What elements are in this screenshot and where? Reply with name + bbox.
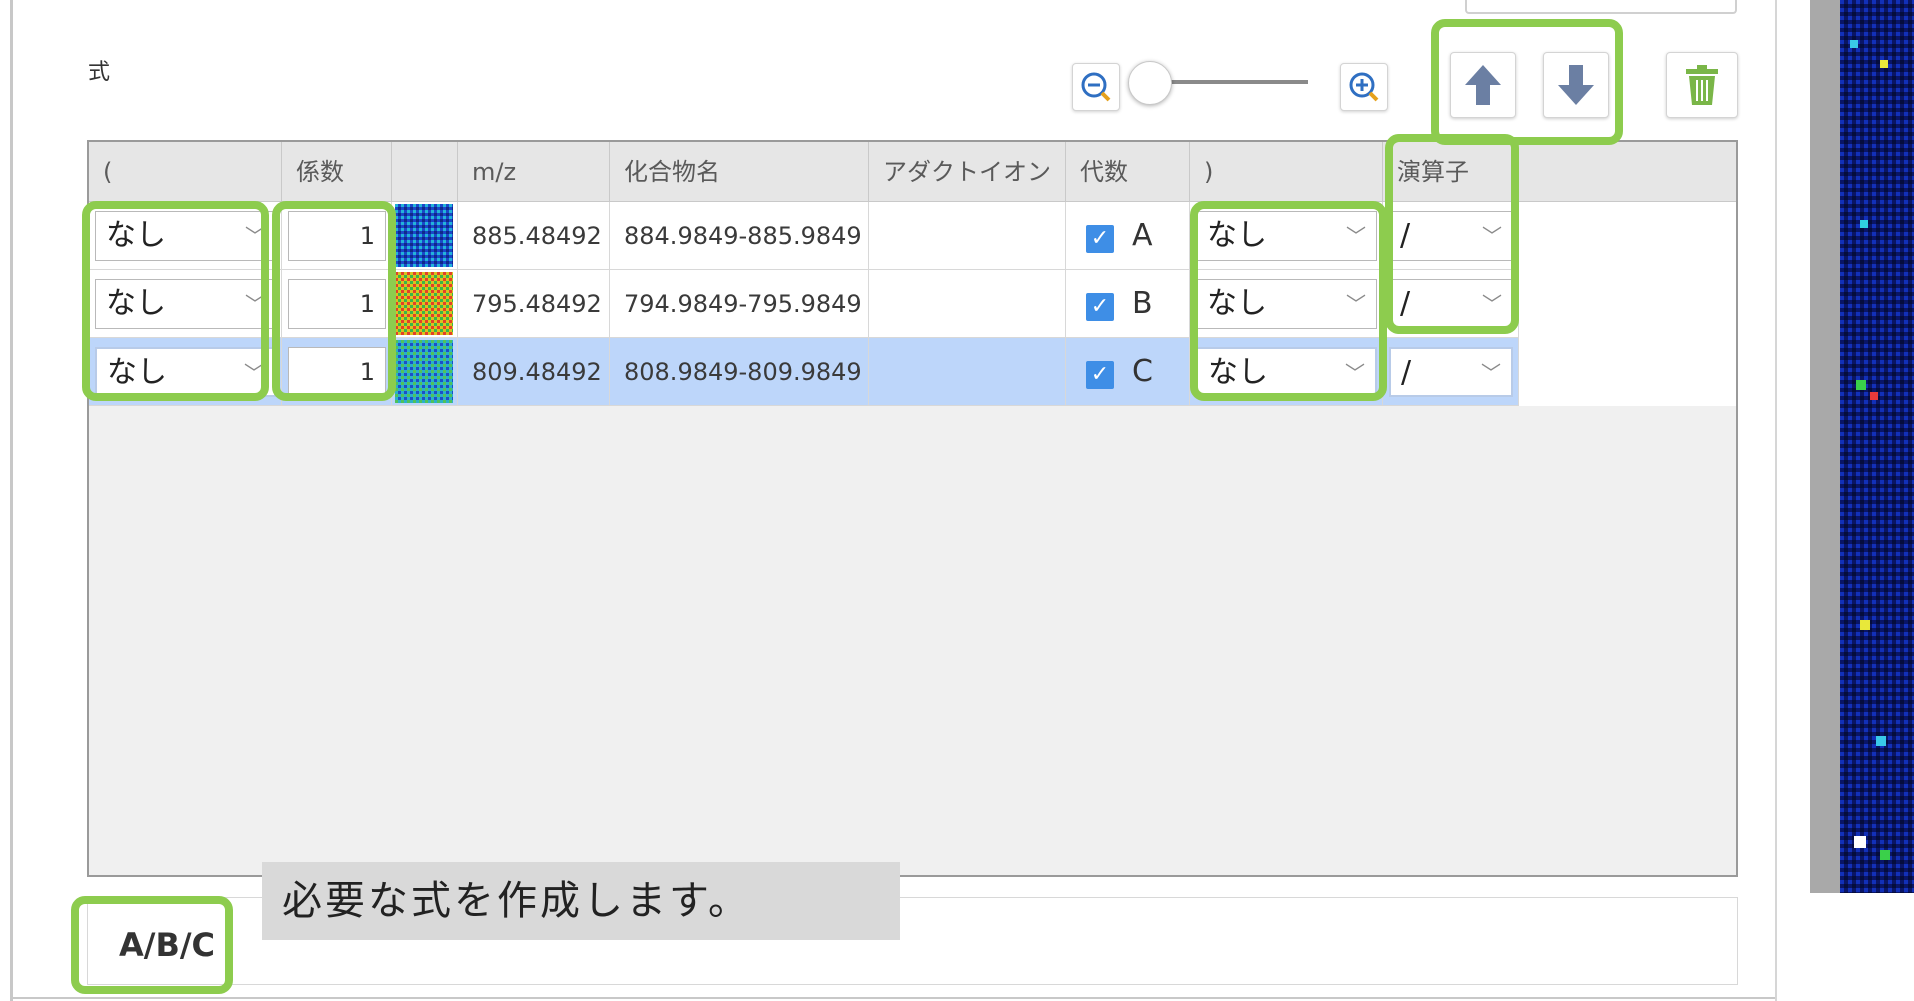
top-partial-control <box>1465 0 1737 14</box>
variable-label: B <box>1132 286 1153 321</box>
col-header-open-paren[interactable]: ( <box>89 142 282 202</box>
chevron-down-icon: ﹀ <box>1481 361 1501 385</box>
zoom-in-button[interactable] <box>1340 63 1388 111</box>
ion-image-thumbnail <box>395 272 453 335</box>
trash-icon <box>1686 65 1718 105</box>
ion-image-canvas <box>1840 0 1914 893</box>
variable-cell: ✓ A <box>1066 202 1190 270</box>
zoom-slider-thumb[interactable] <box>1128 61 1172 105</box>
zoom-out-button[interactable] <box>1072 63 1120 111</box>
mz-cell: 795.48492 <box>458 270 610 338</box>
callout-coef <box>272 201 396 401</box>
ion-image-preview <box>1840 0 1914 893</box>
callout-operator <box>1385 134 1519 334</box>
col-header-compound[interactable]: 化合物名 <box>610 142 869 202</box>
variable-label: A <box>1132 218 1153 253</box>
zoom-in-icon <box>1349 72 1379 102</box>
callout-formula <box>71 896 233 994</box>
callout-open-paren <box>82 201 269 401</box>
operator-value: / <box>1401 355 1412 390</box>
callout-move-buttons <box>1431 19 1623 145</box>
adduct-cell <box>869 270 1066 338</box>
col-header-variable[interactable]: 代数 <box>1066 142 1190 202</box>
variable-label: C <box>1132 354 1153 389</box>
panel-left-border <box>10 0 13 1001</box>
col-header-close-paren[interactable]: ) <box>1190 142 1383 202</box>
callout-close-paren <box>1190 201 1387 401</box>
compound-cell: 884.9849-885.9849 <box>610 202 869 270</box>
panel-bottom-border <box>10 997 1775 999</box>
image-cell <box>392 270 458 338</box>
image-panel-border <box>1810 0 1840 893</box>
col-header-adduct[interactable]: アダクトイオン <box>869 142 1066 202</box>
variable-checkbox[interactable]: ✓ <box>1086 293 1114 321</box>
panel-right-border <box>1775 0 1777 1001</box>
operator-select[interactable]: / ﹀ <box>1389 347 1513 397</box>
compound-cell: 808.9849-809.9849 <box>610 338 869 406</box>
mz-cell: 885.48492 <box>458 202 610 270</box>
section-label: 式 <box>88 60 111 85</box>
variable-checkbox[interactable]: ✓ <box>1086 225 1114 253</box>
operator-cell: / ﹀ <box>1383 338 1519 406</box>
col-header-image[interactable] <box>392 142 458 202</box>
zoom-out-icon <box>1081 72 1111 102</box>
mz-cell: 809.48492 <box>458 338 610 406</box>
image-cell <box>392 338 458 406</box>
compound-cell: 794.9849-795.9849 <box>610 270 869 338</box>
adduct-cell <box>869 202 1066 270</box>
image-cell <box>392 202 458 270</box>
variable-cell: ✓ B <box>1066 270 1190 338</box>
ion-image-thumbnail <box>395 340 453 403</box>
instruction-tooltip: 必要な式を作成します。 <box>262 862 900 940</box>
col-header-coef[interactable]: 係数 <box>282 142 392 202</box>
col-header-filler <box>1519 142 1736 202</box>
delete-button[interactable] <box>1666 52 1738 118</box>
variable-checkbox[interactable]: ✓ <box>1086 361 1114 389</box>
ion-image-thumbnail <box>395 204 453 267</box>
adduct-cell <box>869 338 1066 406</box>
col-header-mz[interactable]: m/z <box>458 142 610 202</box>
variable-cell: ✓ C <box>1066 338 1190 406</box>
